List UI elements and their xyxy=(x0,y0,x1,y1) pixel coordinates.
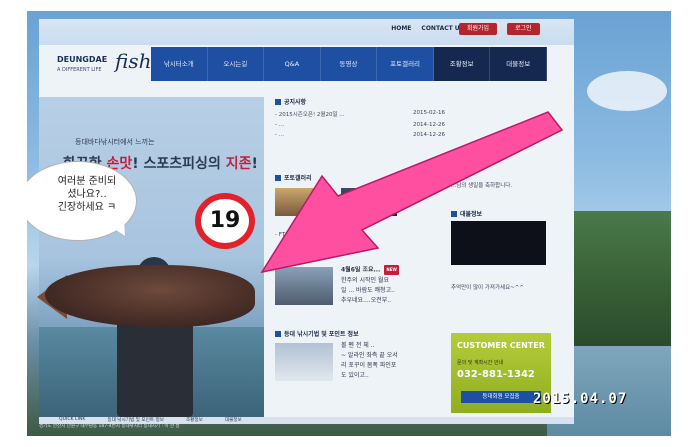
gallery-title-label: 포토갤러리 xyxy=(284,175,312,182)
new-badge: NEW xyxy=(384,265,399,275)
nav-item-video[interactable]: 동영상 xyxy=(321,47,378,81)
gallery-thumb[interactable] xyxy=(341,188,397,216)
spot-line: 도 있이고.. xyxy=(341,372,369,379)
bigfish-title[interactable]: 대물정보 xyxy=(451,209,551,218)
spot-title[interactable]: 등대 낚시기법 및 포인트 정보 xyxy=(275,329,445,338)
right-column: ...회원 ...님의 생일을 축하합니다. 대물정보 추억만이 많이 가져가세… xyxy=(451,97,556,425)
member-recruit-button[interactable]: 등대회원 모집중 xyxy=(461,391,541,403)
site-footer: 경기도 안산시 단원구 대부남동 187-4번지 등대낚시터 등대지기 : 이 … xyxy=(39,424,180,429)
content-column: 공지사항 - 2015시즌오픈! 2월20일 ... 2015-02-16 - .… xyxy=(275,97,445,415)
video-title-label: 동영상 xyxy=(284,257,301,264)
video-headline: 4월6일 조요... xyxy=(341,266,381,274)
bigfish-caption[interactable]: 추억만이 많이 가져가세요~^^ xyxy=(451,283,561,291)
square-icon xyxy=(275,98,281,105)
video-box: 동영상 4월6일 조요... NEW 한주의 시작인 월요 일 ... 바람도 쾌… xyxy=(275,255,445,305)
gallery-caption[interactable]: - FT... xyxy=(275,232,290,240)
spot-line: ~ 알라인 좌측 끝 오서 xyxy=(341,352,398,359)
video-line: 추우네요....오전부.. xyxy=(341,296,392,304)
gallery-thumb[interactable] xyxy=(275,188,331,216)
spot-title-label: 등대 낚시기법 및 포인트 정보 xyxy=(284,331,359,338)
notice-title[interactable]: 공지사항 xyxy=(275,97,445,106)
notice-row-date: 2015-02-16 xyxy=(413,110,445,116)
monitor-photo: HOME CONTACT US 회원가입 로그인 DEUNGDAE fish A… xyxy=(27,11,671,436)
nav-item-intro[interactable]: 낚시터소개 xyxy=(151,47,208,81)
notice-row-date: 2014-12-26 xyxy=(413,122,445,128)
gallery-caption[interactable]: ...등대가족들.. xyxy=(320,232,354,240)
nav-item-bigfish[interactable]: 대물정보 xyxy=(490,47,548,81)
square-icon xyxy=(275,174,281,181)
customer-center-sub: 문의 및 계좌시간 안내 xyxy=(457,360,504,366)
nav-item-gallery[interactable]: 포토갤러리 xyxy=(377,47,434,81)
square-icon xyxy=(275,256,281,263)
bigfish-title-label: 대물정보 xyxy=(460,211,483,218)
customer-center-phone: 032-881-1342 xyxy=(457,369,535,380)
logo-subtitle: A DIFFERENT LIFE xyxy=(57,67,102,73)
big-fish xyxy=(45,265,255,327)
member-text: ...님의 생일을 축하합니다. xyxy=(451,183,513,189)
hero-suffix: ! xyxy=(251,156,258,172)
nav-item-directions[interactable]: 오시는길 xyxy=(208,47,265,81)
logo-fish[interactable]: fish xyxy=(115,49,151,73)
bigfish-image[interactable] xyxy=(451,221,546,265)
spot-summary[interactable]: 볼 펜 전 체 .. ~ 알라인 좌측 끝 오서 리 포꾸이 몸폭 파인포 도 … xyxy=(341,341,449,381)
member-title: ...회원 xyxy=(451,165,468,172)
nav-item-qna[interactable]: Q&A xyxy=(264,47,321,81)
main-nav: 낚시터소개 오시는길 Q&A 동영상 포토갤러리 조황정보 대물정보 xyxy=(151,47,548,81)
bigfish-box: 대물정보 추억만이 많이 가져가세요~^^ xyxy=(451,209,551,291)
join-button[interactable]: 회원가입 xyxy=(459,23,498,35)
photo-frame: HOME CONTACT US 회원가입 로그인 DEUNGDAE fish A… xyxy=(0,0,700,447)
age-19-badge: 19 xyxy=(195,193,255,249)
cloud xyxy=(587,71,667,111)
square-icon xyxy=(451,210,457,217)
spot-box: 등대 낚시기법 및 포인트 정보 볼 펜 전 체 .. ~ 알라인 좌측 끝 오… xyxy=(275,329,445,381)
hero-middle: ! 스포츠피싱의 xyxy=(132,156,226,172)
spot-line: 리 포꾸이 몸폭 파인포 xyxy=(341,362,397,369)
logo-text[interactable]: DEUNGDAE xyxy=(57,55,107,64)
customer-center-title: CUSTOMER CENTER xyxy=(457,341,545,350)
notice-row[interactable]: - ... 2014-12-26 xyxy=(275,132,445,138)
hero-tagline: 등대바다낚시터에서 느끼는 xyxy=(75,138,155,146)
home-link[interactable]: HOME xyxy=(391,25,411,32)
contact-link[interactable]: CONTACT US xyxy=(421,25,464,32)
notice-row-date: 2014-12-26 xyxy=(413,132,445,138)
video-thumbnail[interactable] xyxy=(275,267,333,305)
notice-row[interactable]: - 2015시즌오픈! 2월20일 ... 2015-02-16 xyxy=(275,110,445,118)
top-links: HOME CONTACT US xyxy=(391,25,464,32)
spot-line: 볼 펜 전 체 .. xyxy=(341,342,375,349)
photo-timestamp: 2015.04.07 xyxy=(533,391,628,407)
notice-row-text: - ... xyxy=(275,122,284,128)
video-title[interactable]: 동영상 xyxy=(275,255,445,264)
gallery-title[interactable]: 포토갤러리 xyxy=(275,173,445,182)
notice-row-text: - ... xyxy=(275,132,284,138)
notice-title-label: 공지사항 xyxy=(284,99,307,106)
hero-banner: 등대바다낚시터에서 느끼는 화끈한 손맛! 스포츠피싱의 지존! xyxy=(37,97,264,419)
notice-row[interactable]: - ... 2014-12-26 xyxy=(275,122,445,128)
notice-row-text: - 2015시즌오픈! 2월20일 ... xyxy=(275,112,345,118)
top-bar: HOME CONTACT US 회원가입 로그인 xyxy=(39,19,574,45)
square-icon xyxy=(275,330,281,337)
spot-thumbnail[interactable] xyxy=(275,343,333,381)
hero-accent-2: 지존 xyxy=(225,156,252,172)
video-line: 한주의 시작인 월요 xyxy=(341,276,389,284)
login-button[interactable]: 로그인 xyxy=(507,23,540,35)
video-line: 일 ... 바람도 쾌청고.. xyxy=(341,286,395,294)
gallery-captions: - FT... ...등대가족들.. xyxy=(275,232,445,240)
speech-bubble-text: 여러분 준비되 셨나요?.. 긴장하세요 ㅋ xyxy=(57,176,117,213)
notice-box: 공지사항 - 2015시즌오픈! 2월20일 ... 2015-02-16 - .… xyxy=(275,97,445,138)
video-summary[interactable]: 4월6일 조요... NEW 한주의 시작인 월요 일 ... 바람도 쾌청고..… xyxy=(341,265,449,306)
nav-item-catch[interactable]: 조황정보 xyxy=(433,47,491,81)
gallery-box: 포토갤러리 - FT... ...등대가족들.. xyxy=(275,173,445,240)
